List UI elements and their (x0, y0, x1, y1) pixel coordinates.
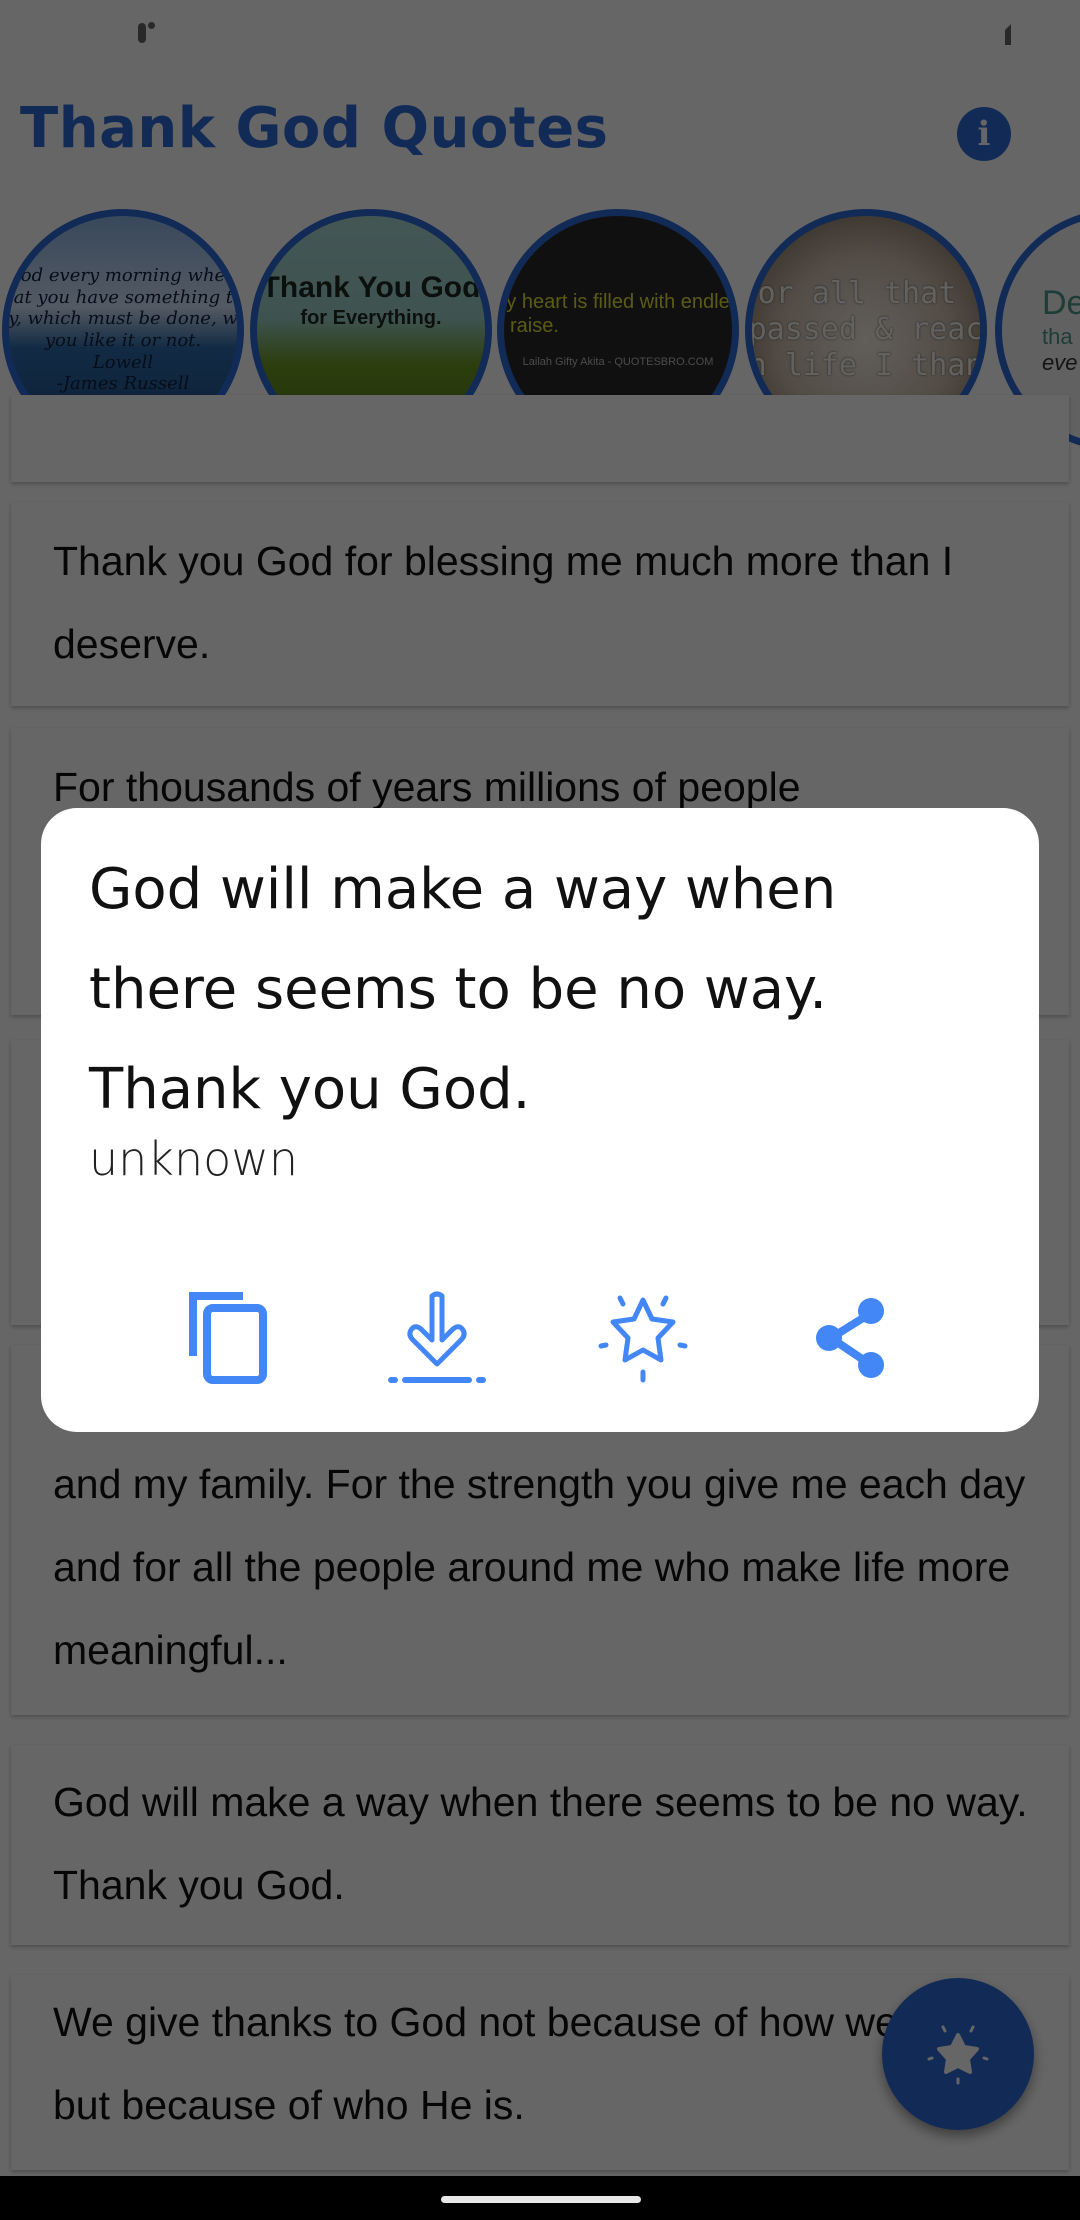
share-icon (816, 1298, 884, 1378)
home-gesture-handle[interactable] (441, 2196, 641, 2203)
copy-icon (189, 1292, 267, 1384)
dialog-quote-text: God will make a way when there seems to … (89, 857, 837, 1122)
quote-dialog: God will make a way when there seems to … (41, 808, 1039, 1432)
download-button[interactable] (377, 1278, 497, 1398)
dialog-actions (41, 1278, 1039, 1398)
download-icon (388, 1291, 486, 1383)
system-nav-bar (0, 2176, 1080, 2220)
favorite-button[interactable] (583, 1278, 703, 1398)
copy-button[interactable] (168, 1278, 288, 1398)
star-sparkle-icon (598, 1295, 688, 1383)
dialog-author: unknown (89, 1132, 299, 1186)
share-button[interactable] (791, 1278, 911, 1398)
